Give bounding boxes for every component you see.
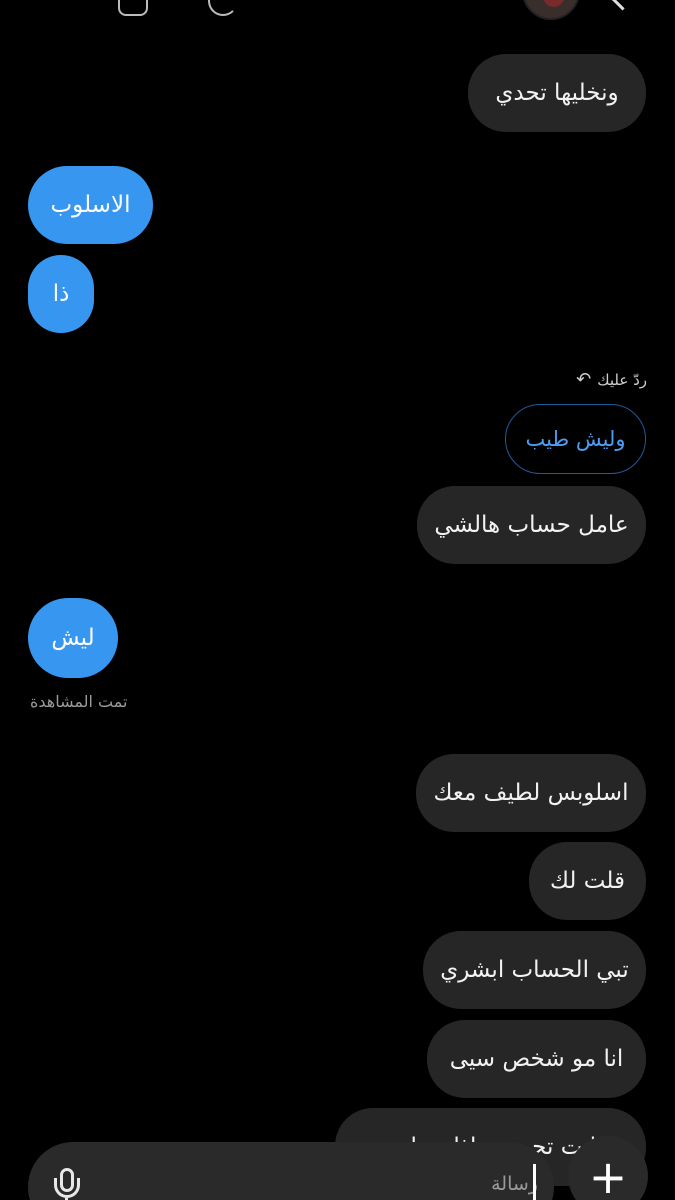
chat-screen: ونخليها تحدي الاسلوب ذا ردّ عليك ↶ وليش … [0,0,675,1200]
message-incoming[interactable]: قلت لك [529,842,646,920]
message-incoming[interactable]: ونخليها تحدي [468,54,646,132]
message-incoming[interactable]: عامل حساب هالشي [417,486,646,564]
chat-header [0,0,675,22]
microphone-icon[interactable] [52,1168,82,1200]
text-cursor [533,1164,536,1200]
seen-status: تمت المشاهدة [30,692,128,711]
quoted-message[interactable]: وليش طيب [505,404,646,474]
video-call-icon[interactable] [118,0,148,16]
reply-label-text: ردّ عليك [597,370,647,389]
message-composer[interactable] [28,1142,554,1200]
message-outgoing[interactable]: الاسلوب [28,166,153,244]
message-outgoing[interactable]: ليش [28,598,118,678]
phone-call-icon[interactable] [208,0,238,16]
message-input[interactable] [276,1168,540,1200]
plus-icon: + [588,1150,628,1200]
message-incoming[interactable]: اسلوبس لطيف معك [416,754,646,832]
message-incoming[interactable]: انا مو شخص سيى [427,1020,646,1098]
message-incoming[interactable]: تبي الحساب ابشري [423,931,646,1009]
avatar[interactable] [522,0,580,20]
reply-arrow-icon: ↶ [576,369,592,390]
back-icon[interactable] [610,0,635,11]
reply-label: ردّ عليك ↶ [576,369,647,390]
message-outgoing[interactable]: ذا [28,255,94,333]
